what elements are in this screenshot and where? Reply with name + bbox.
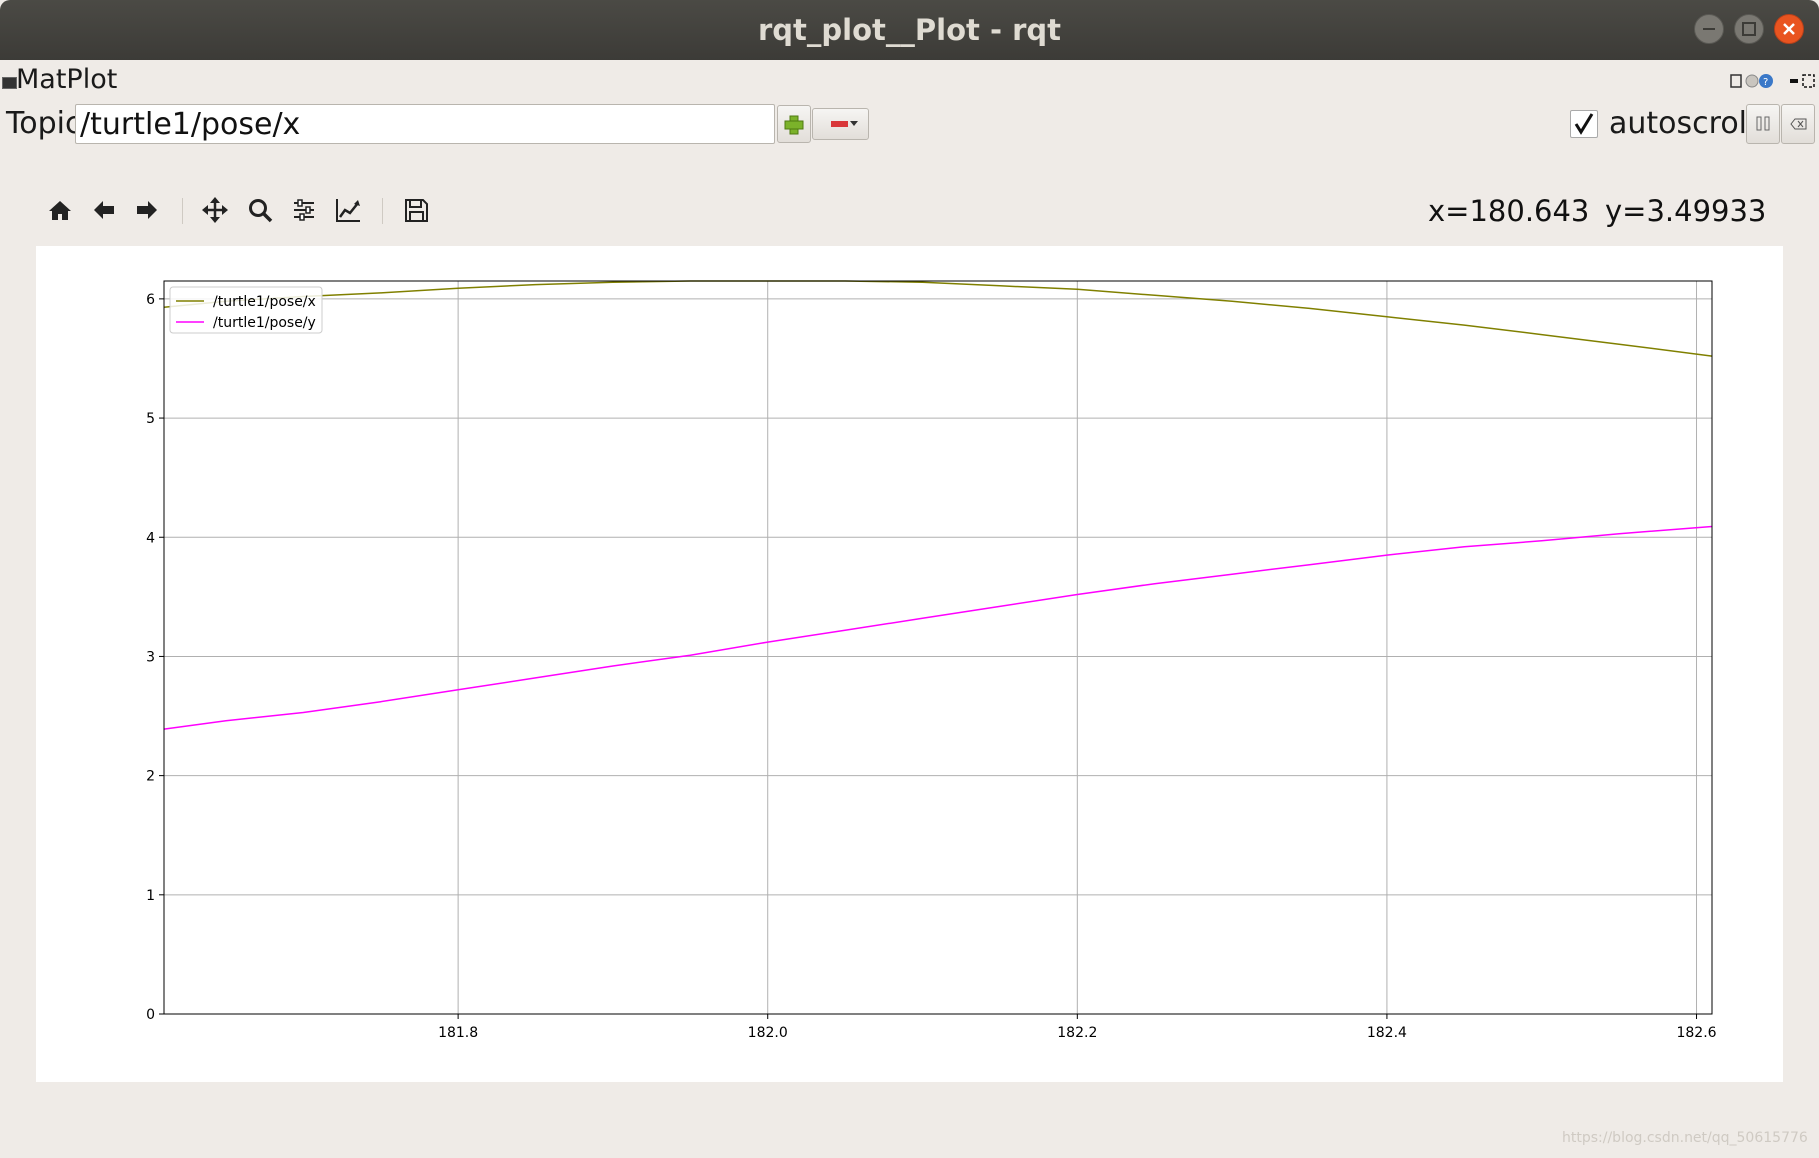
autoscroll-label: autoscroll — [1609, 106, 1756, 141]
forward-arrow-icon — [137, 201, 157, 219]
axes-frame — [163, 280, 1713, 1015]
maximize-button[interactable] — [1734, 14, 1764, 44]
x-tick-label: 182.4 — [1367, 1025, 1407, 1041]
y-tick-label: 2 — [146, 769, 155, 785]
zoom-icon — [249, 199, 273, 223]
plugin-icon — [2, 77, 17, 89]
clear-button[interactable] — [1781, 104, 1815, 144]
pause-button[interactable] — [1746, 104, 1780, 144]
svg-text:?: ? — [1763, 77, 1768, 88]
subplots-config-button[interactable] — [289, 195, 319, 225]
toolbar-separator — [182, 198, 183, 224]
toolbar-separator — [382, 198, 383, 224]
x-tick-label: 182.6 — [1676, 1025, 1716, 1041]
save-figure-button[interactable] — [401, 195, 431, 225]
checkmark-icon — [1574, 113, 1594, 135]
topic-input[interactable] — [75, 104, 775, 144]
zoom-button[interactable] — [245, 195, 275, 225]
remove-topic-button[interactable] — [812, 108, 869, 140]
window-titlebar: rqt_plot__Plot - rqt — [0, 0, 1819, 60]
back-button[interactable] — [89, 195, 119, 225]
minimize-icon — [1703, 28, 1715, 30]
pause-icon — [1756, 116, 1770, 131]
dock-close-icon[interactable] — [1788, 73, 1818, 89]
close-button[interactable] — [1774, 14, 1804, 44]
close-icon — [1783, 23, 1795, 35]
back-arrow-icon — [94, 201, 114, 219]
help-settings-icon[interactable]: ? — [1730, 73, 1778, 89]
x-tick-label: 182.2 — [1057, 1025, 1097, 1041]
topic-label: Topic — [6, 106, 82, 141]
plus-icon — [784, 115, 804, 135]
pan-button[interactable] — [200, 195, 230, 225]
y-tick-label: 5 — [146, 411, 155, 427]
pan-icon — [202, 197, 228, 223]
watermark: https://blog.csdn.net/qq_50615776 — [1562, 1130, 1808, 1146]
maximize-icon — [1742, 22, 1756, 36]
minimize-button[interactable] — [1694, 14, 1724, 44]
y-tick-label: 3 — [146, 649, 155, 665]
y-tick-label: 0 — [146, 1007, 155, 1023]
add-topic-button[interactable] — [777, 105, 811, 143]
plot-canvas[interactable]: 181.8 182.0 182.2 182.4 182.6 0 1 2 3 4 5 6/turtle1… — [36, 246, 1783, 1082]
y-tick-label: 4 — [146, 530, 155, 546]
subplots-config-icon — [294, 199, 314, 221]
y-tick-label: 6 — [146, 292, 155, 308]
y-tick-label: 1 — [146, 888, 155, 904]
minus-dropdown-icon — [831, 121, 858, 127]
home-button[interactable] — [45, 195, 75, 225]
save-icon — [405, 199, 428, 222]
curve-edit-icon — [336, 199, 360, 222]
plugin-title: MatPlot — [16, 64, 118, 95]
plot-figure[interactable]: 181.8 182.0 182.2 182.4 182.6 0 1 2 3 4 5 6/turtle1… — [36, 246, 1783, 1082]
home-icon — [49, 201, 71, 220]
curve-edit-button[interactable] — [333, 195, 363, 225]
clear-icon — [1790, 118, 1807, 130]
forward-button[interactable] — [132, 195, 162, 225]
series-line-1 — [163, 280, 1713, 357]
autoscroll-checkbox[interactable] — [1570, 110, 1598, 138]
x-tick-label: 181.8 — [438, 1025, 478, 1041]
x-tick-label: 182.0 — [748, 1025, 788, 1041]
cursor-x-readout: x=180.643 — [1428, 194, 1590, 228]
legend-label: /turtle1/pose/y — [213, 315, 316, 331]
legend-label: /turtle1/pose/x — [213, 294, 316, 310]
window-title: rqt_plot__Plot - rqt — [757, 13, 1062, 47]
series-line-2 — [163, 525, 1713, 730]
cursor-y-readout: y=3.49933 — [1605, 194, 1767, 228]
